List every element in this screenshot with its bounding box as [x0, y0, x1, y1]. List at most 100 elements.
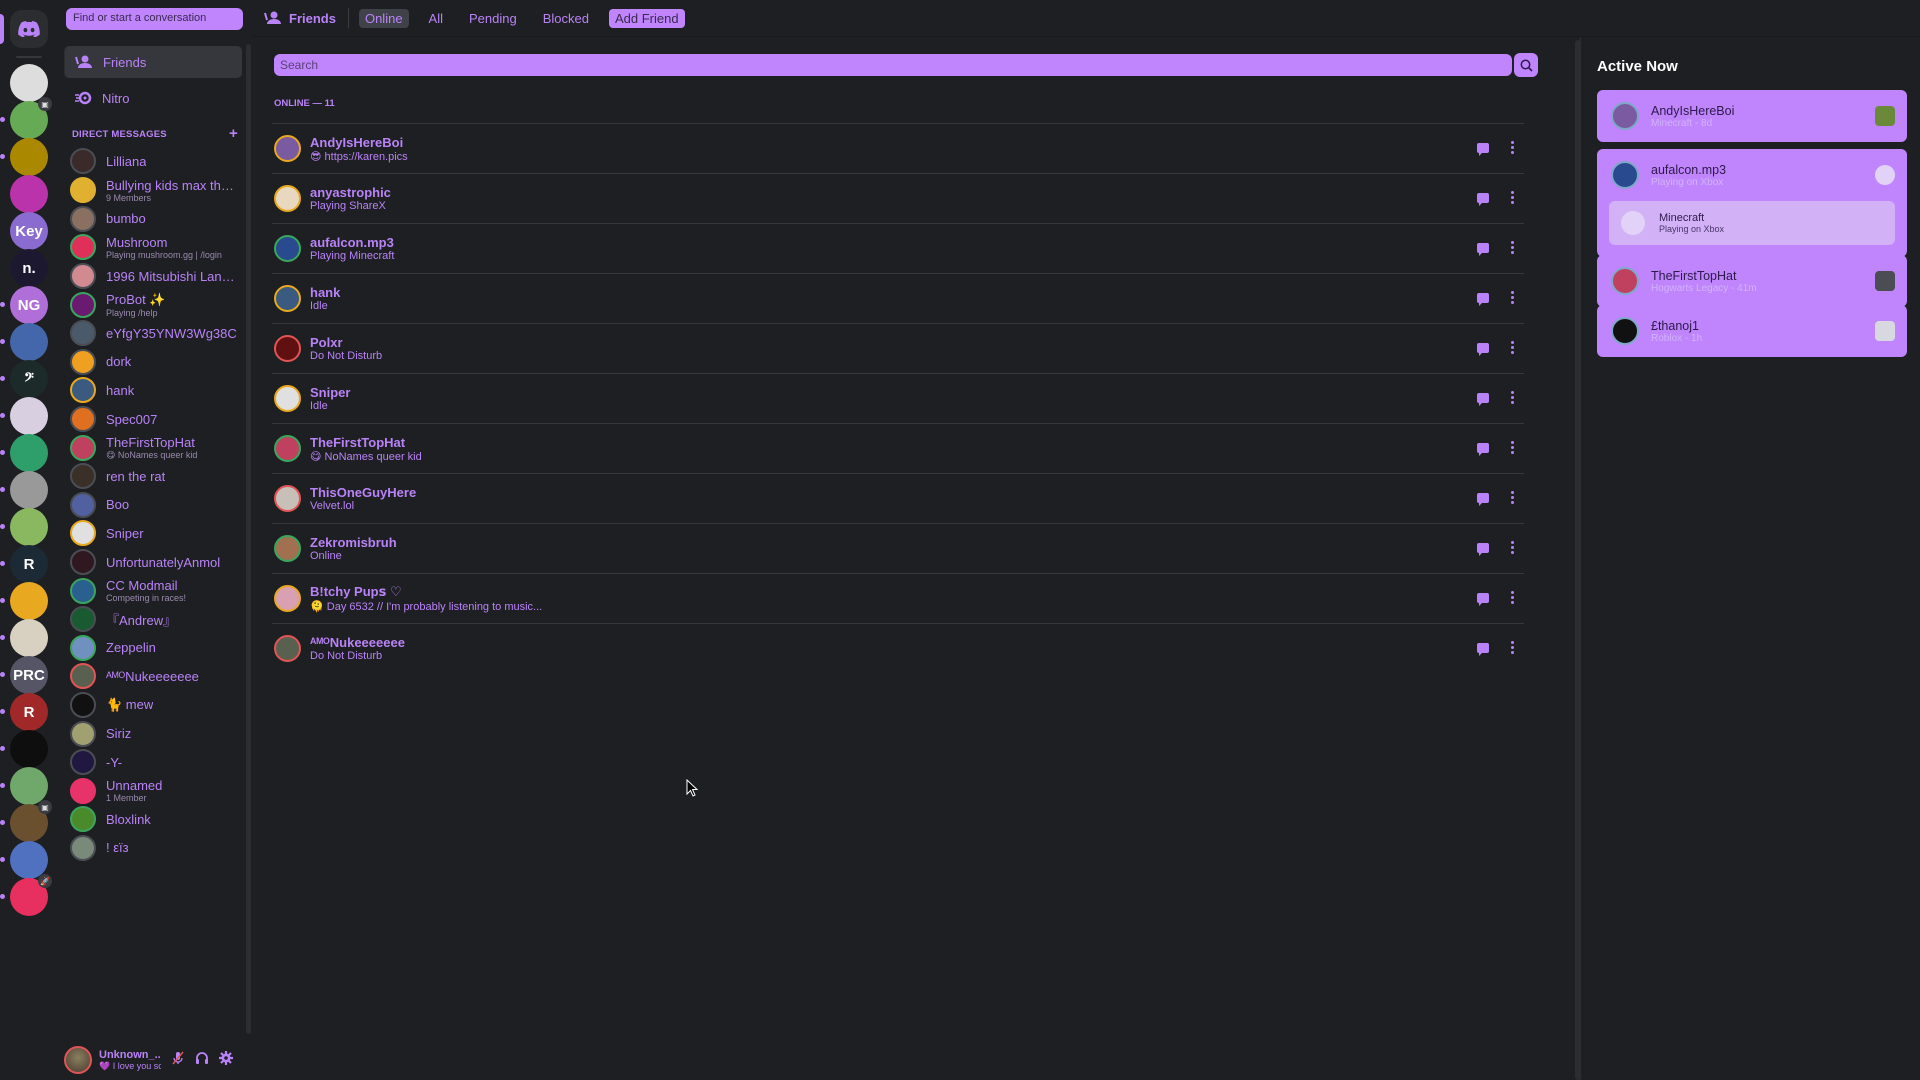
server-icon[interactable]: R: [0, 545, 48, 583]
headphones-icon[interactable]: [195, 1051, 209, 1070]
dm-list-item[interactable]: Unnamed 1 Member: [64, 776, 242, 805]
server-icon[interactable]: 𝄢: [0, 360, 48, 398]
server-icon[interactable]: [10, 175, 48, 213]
message-icon[interactable]: [1477, 492, 1489, 506]
find-conversation-button[interactable]: Find or start a conversation: [66, 8, 243, 30]
friend-row[interactable]: aufalcon.mp3 Playing Minecraft: [272, 223, 1524, 273]
server-icon[interactable]: [0, 397, 48, 435]
dm-list-item[interactable]: hank: [64, 376, 242, 405]
dm-list-item[interactable]: Bullying kids max the ... 9 Members: [64, 176, 242, 205]
message-icon[interactable]: [1477, 142, 1489, 156]
home-button[interactable]: [10, 10, 48, 48]
active-now-card[interactable]: AndyIsHereBoi Minecraft - 8d: [1597, 90, 1907, 142]
friend-row[interactable]: B!tchy Pupꜱ ♡ 🫠 Day 6532 // I'm probably …: [272, 573, 1524, 623]
more-options-icon[interactable]: [1511, 391, 1514, 404]
dm-list-item[interactable]: Mushroom Playing mushroom.gg | /login: [64, 233, 242, 262]
dm-list-item[interactable]: ren the rat: [64, 462, 242, 491]
friend-row[interactable]: ᴬᴹᴼNukeeeeeee Do Not Disturb: [272, 623, 1524, 673]
tab-blocked[interactable]: Blocked: [537, 9, 595, 28]
message-icon[interactable]: [1477, 592, 1489, 606]
server-icon[interactable]: PRC: [0, 656, 48, 694]
dm-list-item[interactable]: CC Modmail Competing in races!: [64, 576, 242, 605]
friend-row[interactable]: Polxr Do Not Disturb: [272, 323, 1524, 373]
server-icon[interactable]: [0, 508, 48, 546]
add-friend-button[interactable]: Add Friend: [608, 8, 685, 28]
server-icon[interactable]: [0, 434, 48, 472]
server-icon[interactable]: NG: [0, 286, 48, 324]
tab-all[interactable]: All: [423, 9, 449, 28]
create-dm-button[interactable]: +: [229, 126, 238, 141]
dm-list-item[interactable]: Siriz: [64, 719, 242, 748]
dm-list-scrollbar[interactable]: [246, 44, 251, 1034]
dm-list-item[interactable]: eYfgY35YNW3Wg38C: [64, 319, 242, 348]
dm-list-item[interactable]: 『Andrew』: [64, 605, 242, 634]
message-icon[interactable]: [1477, 342, 1489, 356]
more-options-icon[interactable]: [1511, 541, 1514, 554]
message-icon[interactable]: [1477, 292, 1489, 306]
message-icon[interactable]: [1477, 242, 1489, 256]
dm-list-item[interactable]: Bloxlink: [64, 805, 242, 834]
dm-list-item[interactable]: bumbo: [64, 205, 242, 234]
friend-row[interactable]: Zekromisbruh Online: [272, 523, 1524, 573]
dm-list-item[interactable]: UnfortunatelyAnmol: [64, 548, 242, 577]
server-icon[interactable]: [0, 730, 48, 768]
more-options-icon[interactable]: [1511, 591, 1514, 604]
message-icon[interactable]: [1477, 642, 1489, 656]
message-icon[interactable]: [1477, 542, 1489, 556]
dm-list-item[interactable]: ᴬᴹᴼNukeeeeeee: [64, 662, 242, 691]
friend-row[interactable]: anyastrophic Playing ShareX: [272, 173, 1524, 223]
search-input[interactable]: [274, 54, 1512, 76]
more-options-icon[interactable]: [1511, 341, 1514, 354]
dm-list-item[interactable]: Lilliana: [64, 146, 242, 176]
nitro-nav-item[interactable]: Nitro: [64, 82, 242, 114]
server-icon[interactable]: Key: [10, 212, 48, 250]
settings-gear-icon[interactable]: [219, 1050, 233, 1070]
tab-pending[interactable]: Pending: [463, 9, 523, 28]
server-icon[interactable]: [0, 323, 48, 361]
dm-list-item[interactable]: Sniper: [64, 519, 242, 548]
dm-list-item[interactable]: ProBot ✨ Playing /help: [64, 290, 242, 319]
friend-row[interactable]: ThisOneGuyHere Velvet.lol: [272, 473, 1524, 523]
dm-list-item[interactable]: TheFirstTopHat 😋 NoNames queer kid: [64, 433, 242, 462]
dm-list-item[interactable]: -Y-: [64, 748, 242, 777]
dm-list-item[interactable]: 🐈 mew: [64, 691, 242, 720]
message-icon[interactable]: [1477, 392, 1489, 406]
tab-online[interactable]: Online: [358, 8, 409, 28]
active-now-card[interactable]: TheFirstTopHat Hogwarts Legacy - 41m: [1597, 255, 1907, 307]
more-options-icon[interactable]: [1511, 141, 1514, 154]
active-now-card[interactable]: aufalcon.mp3 Playing on Xbox Minecraft Play…: [1597, 149, 1907, 257]
server-icon[interactable]: 🚀: [0, 874, 52, 916]
more-options-icon[interactable]: [1511, 491, 1514, 504]
more-options-icon[interactable]: [1511, 291, 1514, 304]
server-icon[interactable]: ▣: [0, 800, 52, 842]
server-icon[interactable]: [0, 619, 48, 657]
friend-row[interactable]: hank Idle: [272, 273, 1524, 323]
friend-row[interactable]: TheFirstTopHat 😋 NoNames queer kid: [272, 423, 1524, 473]
active-now-card[interactable]: £thanoj1 Roblox - 1h: [1597, 305, 1907, 357]
friends-nav-item[interactable]: Friends: [64, 46, 242, 78]
friend-row[interactable]: Sniper Idle: [272, 373, 1524, 423]
more-options-icon[interactable]: [1511, 441, 1514, 454]
friend-row[interactable]: AndyIsHereBoi 😎 https://karen.pics: [272, 123, 1524, 173]
mute-mic-icon[interactable]: [171, 1051, 185, 1070]
server-icon[interactable]: ▣: [0, 97, 52, 139]
dm-list-item[interactable]: 1996 Mitsubishi Lance...: [64, 262, 242, 291]
dm-list-item[interactable]: Zeppelin: [64, 634, 242, 663]
more-options-icon[interactable]: [1511, 241, 1514, 254]
more-options-icon[interactable]: [1511, 191, 1514, 204]
message-icon[interactable]: [1477, 442, 1489, 456]
server-icon[interactable]: R: [0, 693, 48, 731]
more-options-icon[interactable]: [1511, 641, 1514, 654]
dm-list-item[interactable]: Boo: [64, 491, 242, 520]
dm-list-item[interactable]: ! εïз: [64, 834, 242, 863]
dm-list-item[interactable]: Spec007: [64, 405, 242, 434]
search-button[interactable]: [1514, 53, 1538, 77]
server-icon[interactable]: [0, 582, 48, 620]
user-info[interactable]: Unknown_... 💜 I love you sc: [99, 1049, 161, 1072]
message-icon[interactable]: [1477, 192, 1489, 206]
user-avatar[interactable]: [64, 1046, 92, 1074]
server-icon[interactable]: [0, 138, 48, 176]
server-icon[interactable]: n.: [10, 249, 48, 287]
dm-list-item[interactable]: dork: [64, 348, 242, 377]
server-icon[interactable]: [0, 471, 48, 509]
